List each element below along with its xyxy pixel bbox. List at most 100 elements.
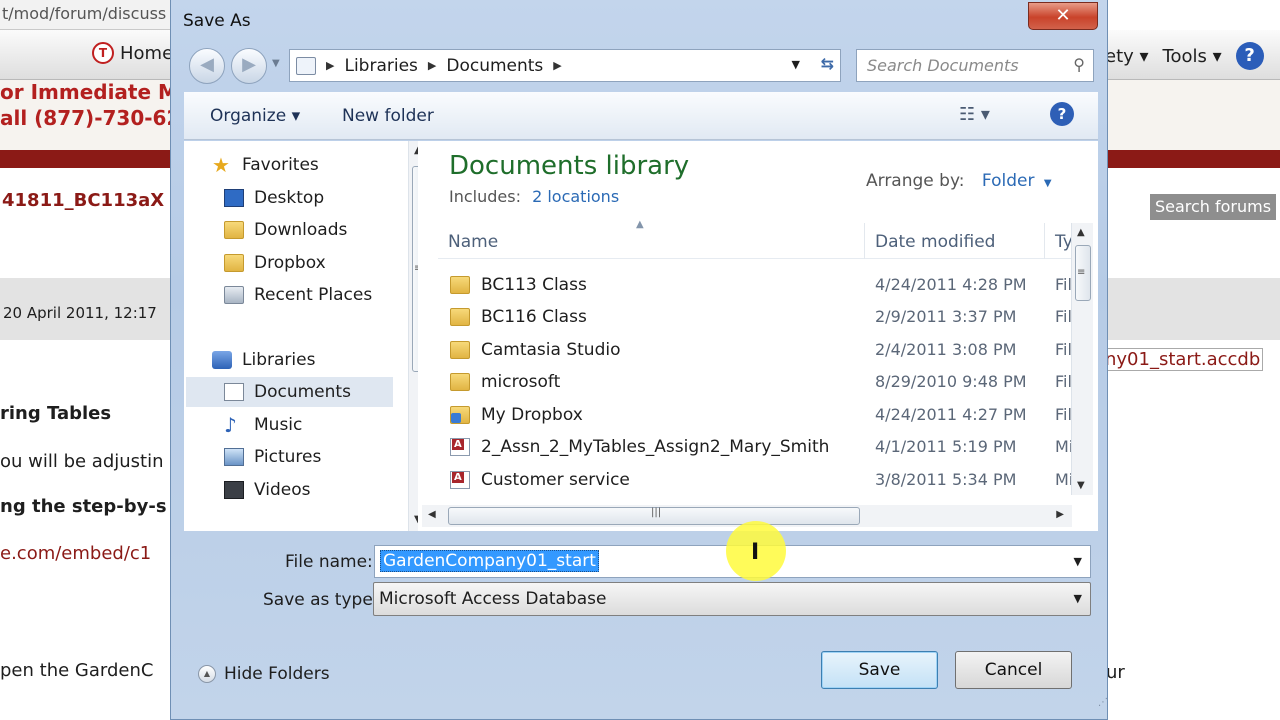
breadcrumb-documents[interactable]: Documents xyxy=(446,56,543,76)
nav-label: Downloads xyxy=(254,220,348,240)
nav-label: Music xyxy=(254,415,303,435)
nav-label: Favorites xyxy=(242,155,319,175)
folder-icon xyxy=(450,341,470,359)
arrange-by-dropdown[interactable]: Folder xyxy=(982,171,1035,191)
browser-address-fragment: t/mod/forum/discuss xyxy=(0,0,175,30)
back-button[interactable]: ◀ xyxy=(189,48,225,84)
search-placeholder: Search Documents xyxy=(867,56,1019,75)
arrange-label: Arrange by: xyxy=(866,171,965,191)
banner-line-1: or Immediate Mo xyxy=(0,80,192,104)
cancel-button[interactable]: Cancel xyxy=(955,651,1072,689)
search-icon[interactable]: ⚲ xyxy=(1073,55,1085,74)
column-divider[interactable] xyxy=(864,223,865,259)
post-link-line[interactable]: e.com/embed/c1 xyxy=(0,543,151,564)
nav-libraries[interactable]: Libraries xyxy=(212,350,315,370)
file-list-vertical-scrollbar[interactable]: ▲ ≡ ▼ xyxy=(1071,223,1093,495)
column-date-modified[interactable]: Date modified xyxy=(875,232,995,252)
browser-home-button[interactable]: T Home xyxy=(92,42,173,64)
file-name: My Dropbox xyxy=(481,405,583,425)
locations-link[interactable]: 2 locations xyxy=(532,187,619,206)
nav-favorites[interactable]: ★ Favorites xyxy=(212,155,319,175)
search-input[interactable]: Search Documents ⚲ xyxy=(856,49,1094,82)
file-row[interactable]: BC113 Class 4/24/2011 4:28 PM Fil xyxy=(438,271,1072,303)
pictures-icon xyxy=(224,448,244,466)
folder-icon xyxy=(450,373,470,391)
hide-folders-label: Hide Folders xyxy=(224,664,330,684)
browser-help-icon[interactable]: ? xyxy=(1235,42,1264,70)
videos-icon xyxy=(224,481,244,499)
save-as-dialog: Save As ✕ ◀ ▶ ▼ ▶ Libraries ▶ Documents … xyxy=(170,0,1108,720)
close-button[interactable]: ✕ xyxy=(1028,2,1098,30)
sort-ascending-icon: ▲ xyxy=(636,219,644,230)
file-row[interactable]: 2_Assn_2_MyTables_Assign2_Mary_Smith 4/1… xyxy=(438,433,1073,465)
file-name-value[interactable]: GardenCompany01_start xyxy=(380,550,599,572)
breadcrumb-chevron-icon[interactable]: ▶ xyxy=(428,59,436,72)
nav-dropbox[interactable]: Dropbox xyxy=(224,253,326,273)
nav-videos[interactable]: Videos xyxy=(224,480,311,500)
file-name: BC116 Class xyxy=(481,307,587,327)
breadcrumb-chevron-icon[interactable]: ▶ xyxy=(326,59,334,72)
forward-arrow-icon: ▶ xyxy=(242,54,256,75)
scroll-up-icon[interactable]: ▲ xyxy=(1077,227,1085,238)
post-text-line: ng the step-by-s xyxy=(0,496,167,517)
folder-icon xyxy=(450,276,470,294)
address-dropdown-icon[interactable]: ▼ xyxy=(792,58,800,71)
search-forums-button[interactable]: Search forums xyxy=(1150,194,1276,220)
safety-menu[interactable]: ety ▾ xyxy=(1105,46,1149,67)
column-name[interactable]: Name xyxy=(448,232,498,252)
post-text-fragment: ur xyxy=(1106,662,1125,683)
back-arrow-icon: ◀ xyxy=(200,54,214,75)
attachment-link[interactable]: ny01_start.accdb xyxy=(1102,348,1264,371)
nav-downloads[interactable]: Downloads xyxy=(224,220,347,240)
refresh-icon[interactable]: ⇆ xyxy=(821,54,834,73)
column-divider[interactable] xyxy=(1044,223,1045,259)
organize-menu[interactable]: Organize ▾ xyxy=(210,106,300,126)
change-view-icon[interactable]: ☷ ▾ xyxy=(959,104,990,125)
nav-desktop[interactable]: Desktop xyxy=(224,188,324,208)
star-icon: ★ xyxy=(212,153,230,177)
file-row[interactable]: My Dropbox 4/24/2011 4:27 PM Fil xyxy=(438,401,1072,433)
nav-label: Pictures xyxy=(254,447,322,467)
new-folder-button[interactable]: New folder xyxy=(342,106,434,126)
nav-music[interactable]: ♪ Music xyxy=(224,415,302,435)
nav-label: Recent Places xyxy=(254,285,373,305)
chevron-down-icon[interactable]: ▼ xyxy=(1074,592,1082,605)
recent-pages-dropdown[interactable]: ▼ xyxy=(272,58,280,69)
forward-button[interactable]: ▶ xyxy=(231,48,267,84)
file-date: 2/4/2011 3:08 PM xyxy=(875,340,1017,359)
music-icon: ♪ xyxy=(224,413,237,437)
file-date: 4/1/2011 5:19 PM xyxy=(875,437,1017,456)
file-row[interactable]: Camtasia Studio 2/4/2011 3:08 PM Fil xyxy=(438,336,1072,368)
nav-pictures[interactable]: Pictures xyxy=(224,447,321,467)
post-text-line: pen the GardenC xyxy=(0,660,154,681)
chevron-down-icon[interactable]: ▼ xyxy=(1074,555,1082,568)
save-as-type-value: Microsoft Access Database xyxy=(379,589,607,609)
address-bar[interactable]: ▶ Libraries ▶ Documents ▶ ▼ ⇆ xyxy=(289,49,841,82)
downloads-folder-icon xyxy=(224,221,244,239)
nav-recent-places[interactable]: Recent Places xyxy=(224,285,372,305)
scroll-down-icon[interactable]: ▼ xyxy=(1077,480,1085,491)
breadcrumb-chevron-icon[interactable]: ▶ xyxy=(553,59,561,72)
resize-grip-icon[interactable]: ⋰ xyxy=(1098,697,1108,708)
file-name: BC113 Class xyxy=(481,275,587,295)
save-button[interactable]: Save xyxy=(821,651,938,689)
text-cursor-icon: I xyxy=(751,540,760,565)
navigation-pane: ★ Favorites Desktop Downloads Dropbox Re… xyxy=(184,141,430,531)
arrange-by: Arrange by: Folder ▼ xyxy=(866,171,1052,191)
hide-folders-button[interactable]: ▲ Hide Folders xyxy=(198,664,330,684)
nav-documents[interactable]: Documents xyxy=(186,377,393,407)
file-row[interactable]: BC116 Class 2/9/2011 3:37 PM Fil xyxy=(438,303,1072,335)
save-as-type-select[interactable]: Microsoft Access Database ▼ xyxy=(373,582,1091,616)
post-text-line: ou will be adjustin xyxy=(0,451,164,472)
breadcrumb-libraries[interactable]: Libraries xyxy=(344,56,417,76)
help-icon[interactable]: ? xyxy=(1050,102,1074,126)
file-row[interactable]: microsoft 8/29/2010 9:48 PM Fil xyxy=(438,368,1072,400)
chevron-up-icon: ▲ xyxy=(198,665,216,683)
file-name-label: File name: xyxy=(285,552,373,572)
nav-label: Desktop xyxy=(254,188,325,208)
file-row[interactable]: Customer service 3/8/2011 5:34 PM Mi xyxy=(438,466,1073,498)
tools-menu[interactable]: Tools ▾ xyxy=(1163,46,1222,67)
scroll-left-icon[interactable]: ◀ xyxy=(428,509,436,520)
chevron-down-icon[interactable]: ▼ xyxy=(1044,178,1052,189)
scroll-right-icon[interactable]: ▶ xyxy=(1056,509,1064,520)
